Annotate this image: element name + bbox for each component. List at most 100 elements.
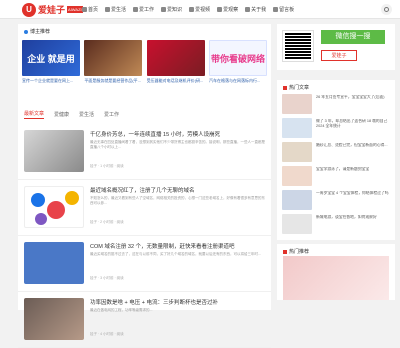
hot-article-thumbnail[interactable] — [282, 94, 312, 114]
article-item[interactable]: 千亿身价芳总，一年连续直播 15 小时，劳模人设崩死 最近无事在四处直播间看了看… — [18, 124, 271, 180]
article-thumbnail[interactable] — [24, 242, 84, 284]
menu-item-life[interactable]: 爱生活 — [105, 6, 126, 13]
recommend-image: 企业 就是用 — [22, 40, 80, 76]
article-title[interactable]: COM 域名注册 32 个，无数量限制，赶快来看看注册渠道吧 — [90, 242, 266, 250]
recommend-card[interactable]: 企业 就是用 宣传一个企业就是要在网上... — [22, 40, 80, 88]
logo-badge: AIWAZI — [67, 6, 83, 13]
book-icon — [161, 7, 167, 12]
menu-label: 爱工作 — [139, 7, 155, 13]
hot-article-title[interactable]: 婚纱汇总、烫脸已完，但宝宝新面的心得... — [316, 143, 390, 155]
article-tabs: 最新文章 爱健康 爱生活 爱工作 — [24, 108, 129, 120]
recommend-list: 企业 就是用 宣传一个企业就是要在网上... 平面是服务就是要经营作品(平...… — [22, 40, 267, 88]
hot-article-thumbnail[interactable] — [282, 118, 312, 138]
menu-item-observe[interactable]: 爱观察 — [217, 6, 238, 13]
eye-icon — [217, 7, 223, 12]
ad-image[interactable] — [283, 256, 389, 300]
ad-title: 热门推荐 — [283, 248, 309, 255]
wechat-follow-button[interactable]: 爱娃子 — [321, 50, 357, 61]
hot-article-title[interactable]: 一周岁宝宝 4 个宝宝体检，你结体检过了吗 — [316, 191, 390, 203]
article-meta: 娃子 · 4 小时前 · 阅读 — [90, 332, 124, 336]
article-thumbnail[interactable] — [24, 186, 84, 228]
article-title[interactable]: 功率因数是啥 + 电压 + 电流：三步判断杯也是否过补 — [90, 298, 266, 306]
recommend-title: 博主推荐 — [24, 28, 50, 35]
hot-article-thumbnail[interactable] — [282, 166, 312, 186]
search-icon[interactable] — [381, 4, 392, 15]
recommend-image-text: 企业 就是用 — [27, 53, 75, 64]
video-icon — [189, 7, 195, 12]
hot-article-thumbnail[interactable] — [282, 214, 312, 234]
recommend-caption[interactable]: 汽车在格落与在网落标内行... — [209, 78, 267, 88]
hot-article-title[interactable]: 26 年五月签专宣平，宝宝宝宝大了(后面) — [316, 95, 390, 107]
tab-work[interactable]: 爱工作 — [104, 111, 119, 118]
main-content: 博主推荐 企业 就是用 宣传一个企业就是要在网上... 平面是服务就是要经营作品… — [18, 24, 271, 348]
article-item[interactable]: 功率因数是啥 + 电压 + 电流：三步判断杯也是否过补 最近在做电网的工程，功率… — [18, 292, 271, 348]
menu-label: 关于我 — [251, 7, 267, 13]
hot-article-title[interactable]: 新城电游，谈宝在各地，如何观察好 — [316, 215, 390, 227]
domain-bubble-icon — [31, 193, 45, 207]
menu-label: 爱知识 — [167, 7, 183, 13]
hot-article-thumbnail[interactable] — [282, 190, 312, 210]
menu-item-about[interactable]: 关于我 — [245, 6, 266, 13]
logo-mark: U — [22, 2, 36, 17]
hot-article-item[interactable]: 婚纱汇总、烫脸已完，但宝宝新面的心得... — [282, 142, 390, 164]
recommend-card[interactable]: 带你看破网络 汽车在格落与在网落标内行... — [208, 40, 267, 88]
menu-item-work[interactable]: 爱工作 — [133, 6, 154, 13]
recommend-widget: 热门推荐 — [277, 244, 395, 300]
main-menu: 首页 爱生活 爱工作 爱知识 爱视频 爱观察 关于我 留言板 — [82, 0, 301, 19]
hot-article-item[interactable]: 新城电游，谈宝在各地，如何观察好 — [282, 214, 390, 236]
hot-article-item[interactable]: 26 年五月签专宣平，宝宝宝宝大了(后面) — [282, 94, 390, 116]
logo-text: 爱娃子 — [38, 5, 66, 15]
recommend-caption[interactable]: 宣传一个企业就是要在网上... — [22, 78, 80, 88]
recommend-caption[interactable]: 平面是服务就是要经营作品(平... — [84, 78, 142, 88]
recommend-card[interactable]: 受压器能对电话及继机评价(研... — [146, 40, 205, 88]
article-meta: 娃子 · 3 小时前 · 阅读 — [90, 276, 124, 280]
domain-bubble-icon — [65, 191, 79, 205]
article-meta: 娃子 · 2 小时前 · 阅读 — [90, 220, 124, 224]
article-thumbnail[interactable] — [24, 130, 84, 172]
domain-bubble-icon — [47, 201, 65, 219]
tab-life[interactable]: 爱生活 — [79, 111, 94, 118]
hot-article-title[interactable]: 做了 3 年，却总结出了适合研 18 哦的自己 2024 全年统计 — [316, 119, 390, 131]
recommend-title-text: 博主推荐 — [30, 29, 51, 35]
article-meta: 娃子 · 1 小时前 · 阅读 — [90, 164, 124, 168]
domain-bubble-icon — [35, 213, 47, 225]
hot-article-item[interactable]: 做了 3 年，却总结出了适合研 18 哦的自己 2024 全年统计 — [282, 118, 390, 140]
fire-icon — [283, 85, 287, 90]
menu-item-guestbook[interactable]: 留言板 — [273, 6, 294, 13]
article-item[interactable]: COM 域名注册 32 个，无数量限制，赶快来看看注册渠道吧 最近买域名的挺不过… — [18, 236, 271, 292]
hot-article-thumbnail[interactable] — [282, 142, 312, 162]
hot-title-text: 热门文章 — [289, 85, 310, 91]
ad-title-text: 热门推荐 — [289, 249, 310, 255]
menu-item-home[interactable]: 首页 — [82, 6, 98, 13]
recommend-caption[interactable]: 受压器能对电话及继机评价(研... — [147, 78, 205, 88]
qr-code — [282, 30, 314, 62]
wechat-info: 微信搜一搜 爱娃子 — [321, 30, 385, 61]
article-title[interactable]: 千亿身价芳总，一年连续直播 15 小时，劳模人设崩死 — [90, 130, 266, 138]
tab-latest[interactable]: 最新文章 — [24, 110, 45, 119]
site-logo[interactable]: U 爱娃子 AIWAZI — [22, 2, 83, 17]
article-thumbnail[interactable] — [24, 298, 84, 340]
fire-icon — [283, 249, 287, 254]
message-icon — [273, 7, 279, 12]
menu-item-knowledge[interactable]: 爱知识 — [161, 6, 182, 13]
recommend-card[interactable]: 平面是服务就是要经营作品(平... — [84, 40, 143, 88]
briefcase-icon — [133, 7, 139, 12]
menu-item-video[interactable]: 爱视频 — [189, 6, 210, 13]
hot-article-title[interactable]: 宝宝学游泳了，请是新题到宝宝 — [316, 167, 390, 179]
article-excerpt: 最近在做电网的工程，功率等级需求的... — [90, 308, 153, 312]
article-excerpt: 最近买域名的挺不过去了，这在与以前不同，买了好几个域名的域名，就要以后还有的东西… — [90, 252, 261, 256]
article-item[interactable]: 最近域名概况红了，注册了几个无聊的域名 不知怎么的，最近又看到有些人了空域名，网… — [18, 180, 271, 236]
tab-health[interactable]: 爱健康 — [54, 111, 69, 118]
hot-article-item[interactable]: 宝宝学游泳了，请是新题到宝宝 — [282, 166, 390, 188]
recommend-image — [84, 40, 143, 76]
article-title[interactable]: 最近域名概况红了，注册了几个无聊的域名 — [90, 186, 266, 194]
article-excerpt: 不知怎么的，最近又看到有些人了空域名，网络相关的投资的，心想一门这些老域名上，好… — [90, 196, 265, 205]
recommend-image: 带你看破网络 — [208, 40, 267, 76]
wechat-widget: 微信搜一搜 爱娃子 — [277, 24, 395, 70]
heart-icon — [105, 7, 111, 12]
star-icon — [24, 29, 28, 34]
hot-article-item[interactable]: 一周岁宝宝 4 个宝宝体检，你结体检过了吗 — [282, 190, 390, 212]
hot-articles-widget: 热门文章 26 年五月签专宣平，宝宝宝宝大了(后面) 做了 3 年，却总结出了适… — [277, 80, 395, 240]
menu-label: 留言板 — [279, 7, 295, 13]
home-icon — [82, 7, 87, 12]
